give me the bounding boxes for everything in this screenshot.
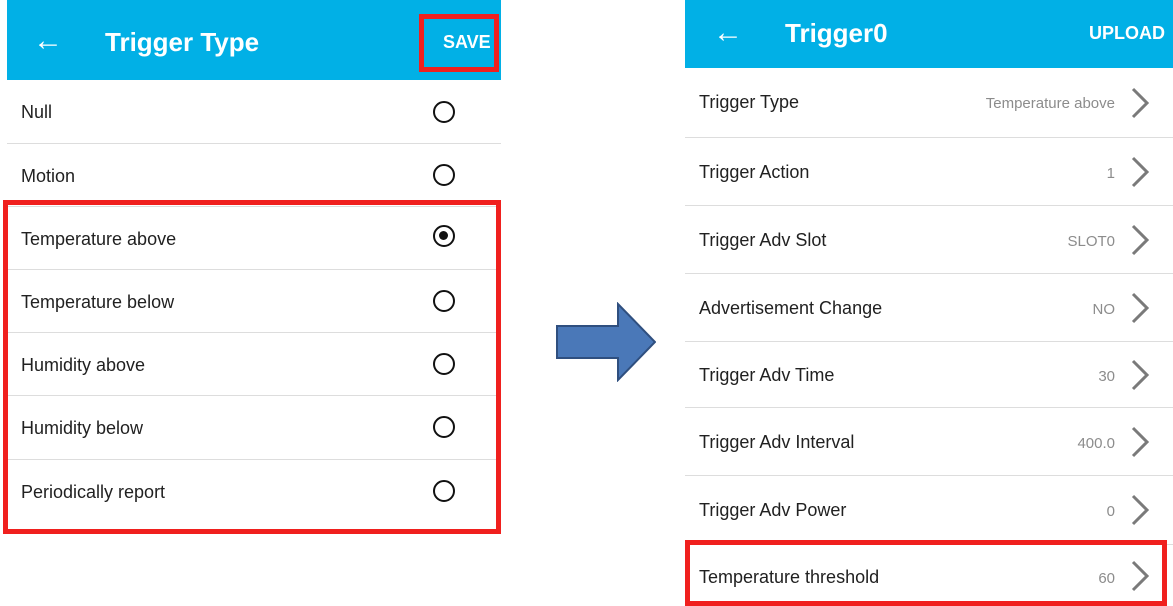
option-label: Humidity below [21,418,144,438]
page-title: Trigger0 [785,18,888,48]
option-row[interactable]: Temperature below [7,270,501,333]
option-label: Temperature below [21,292,175,312]
option-row[interactable]: Null [7,80,501,144]
save-button[interactable]: SAVE [443,32,491,53]
chevron-right-icon [1131,560,1150,592]
setting-label: Trigger Adv Time [699,365,835,385]
setting-label: Trigger Adv Power [699,500,847,520]
option-row[interactable]: Periodically report [7,460,501,524]
setting-label: Trigger Type [699,92,800,112]
setting-row[interactable]: Advertisement Change NO [685,274,1173,342]
app-bar: ← Trigger0 UPLOAD [685,0,1173,68]
setting-row[interactable]: Trigger Type Temperature above [685,68,1173,138]
option-row[interactable]: Motion [7,144,501,207]
setting-row[interactable]: Trigger Action 1 [685,138,1173,206]
chevron-right-icon [1131,494,1150,526]
radio-button[interactable] [433,101,455,123]
setting-label: Temperature threshold [699,567,880,587]
option-label: Periodically report [21,482,166,502]
option-label: Humidity above [21,355,146,375]
trigger-type-screen: ← Trigger Type SAVE Null Motion Temperat… [3,0,501,540]
chevron-right-icon [1131,156,1150,188]
setting-value: Temperature above [985,95,1115,112]
chevron-right-icon [1131,87,1150,119]
trigger-detail-screen: ← Trigger0 UPLOAD Trigger Type Temperatu… [685,0,1173,606]
chevron-right-icon [1131,292,1150,324]
upload-button[interactable]: UPLOAD [1089,23,1165,44]
setting-label: Trigger Adv Slot [699,230,827,250]
chevron-right-icon [1131,359,1150,391]
setting-label: Trigger Action [699,162,810,182]
setting-value: NO [1092,301,1116,318]
right-arrow-icon [556,302,656,382]
option-label: Null [21,102,53,122]
radio-button[interactable] [433,416,455,438]
setting-row[interactable]: Trigger Adv Time 30 [685,342,1173,408]
chevron-right-icon [1131,426,1150,458]
back-arrow-icon[interactable]: ← [713,18,743,48]
app-bar: ← Trigger Type SAVE [7,0,501,80]
setting-value: SLOT0 [1067,233,1115,250]
option-row[interactable]: Humidity above [7,333,501,396]
setting-row[interactable]: Trigger Adv Slot SLOT0 [685,206,1173,274]
option-label: Temperature above [21,229,177,249]
setting-row[interactable]: Temperature threshold 60 [685,545,1173,606]
radio-button[interactable] [433,353,455,375]
setting-value: 30 [1098,368,1115,385]
setting-value: 400.0 [1077,435,1115,452]
flow-arrow-shape [556,302,656,382]
setting-label: Advertisement Change [699,298,883,318]
setting-value: 0 [1106,503,1115,520]
radio-button[interactable] [433,164,455,186]
back-arrow-icon[interactable]: ← [33,26,63,56]
setting-row[interactable]: Trigger Adv Interval 400.0 [685,408,1173,476]
option-row[interactable]: Temperature above [7,207,501,270]
radio-button[interactable] [433,480,455,502]
chevron-right-icon [1131,224,1150,256]
setting-value: 1 [1106,165,1115,182]
setting-label: Trigger Adv Interval [699,432,855,452]
radio-button[interactable] [433,290,455,312]
option-row[interactable]: Humidity below [7,396,501,460]
page-title: Trigger Type [105,27,260,57]
option-label: Motion [21,166,76,186]
setting-value: 60 [1098,570,1115,587]
setting-row[interactable]: Trigger Adv Power 0 [685,476,1173,545]
radio-button-selected[interactable] [433,225,455,247]
